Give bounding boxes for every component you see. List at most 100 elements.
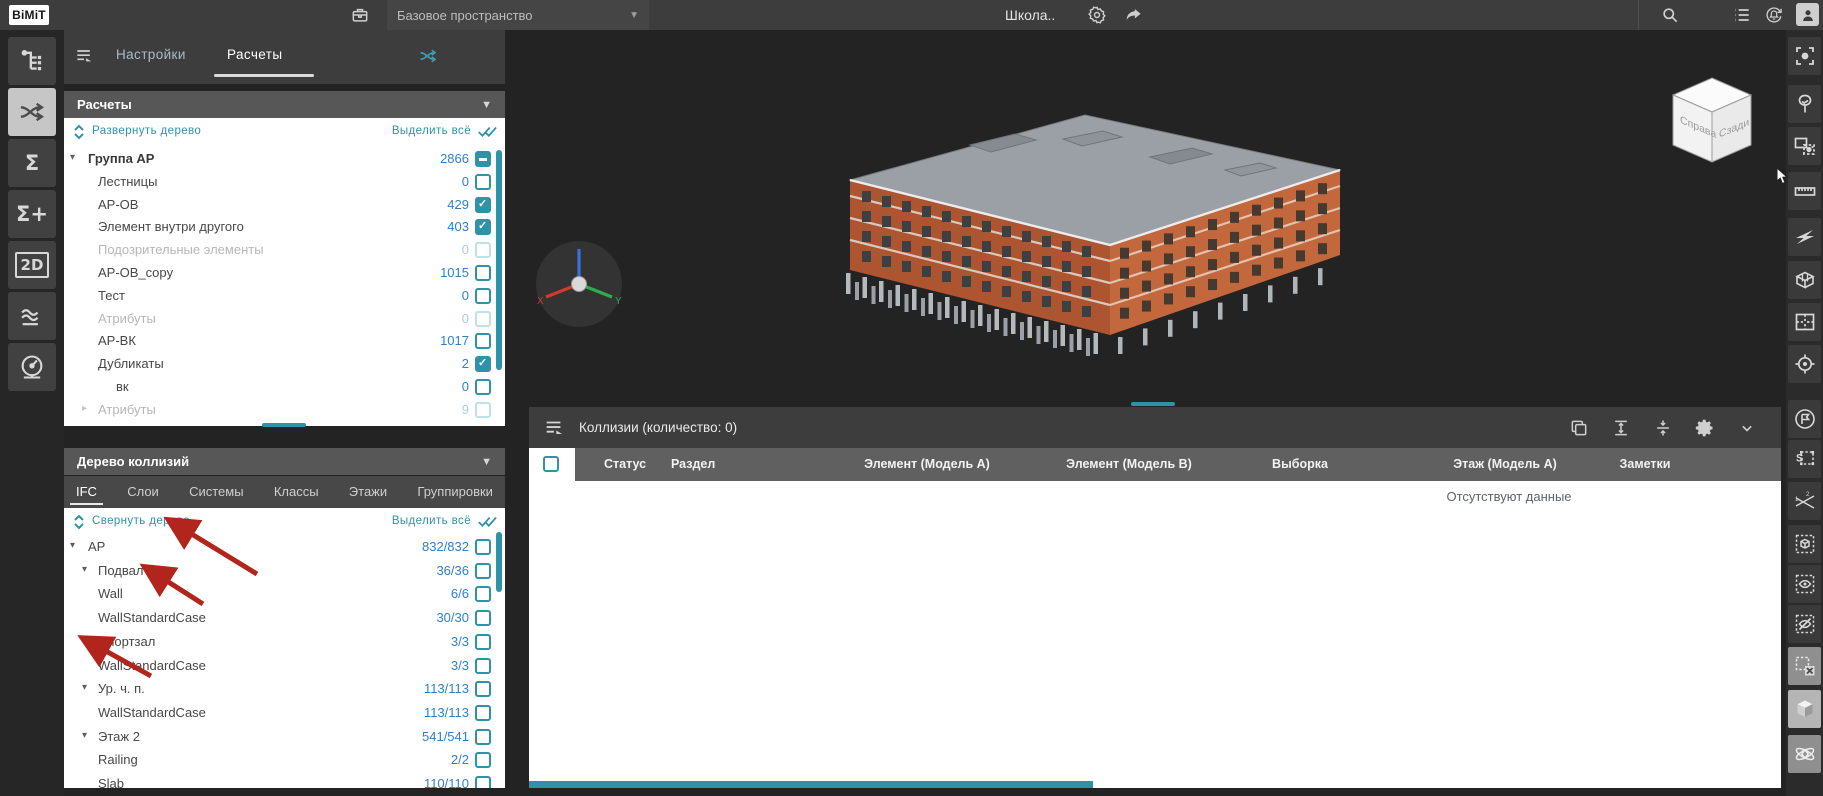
caret-collapsed-icon[interactable]: ▸ [82,403,87,414]
tree-item-checkbox[interactable] [475,356,491,373]
show-button[interactable] [1788,565,1821,603]
selection-set-button[interactable]: S [1788,440,1821,478]
gauge-button[interactable] [8,343,56,391]
collapse-panel-chevron-icon[interactable] [1737,418,1757,438]
tree-item-checkbox[interactable] [475,752,491,769]
double-check-icon[interactable] [477,123,497,141]
select-similar-button[interactable] [1788,127,1821,165]
tree-row[interactable]: WallStandardCase 113/113 [64,702,505,724]
column-header[interactable]: Элемент (Модель А) [864,457,990,471]
tree-row[interactable]: Лестницы 0 [64,171,505,193]
tree-row[interactable]: АР-ОВ 429 [64,194,505,216]
panel-menu-icon[interactable] [72,44,96,68]
view-cube-button[interactable] [1788,690,1821,728]
tree-scrollbar[interactable] [496,150,502,370]
tree-item-checkbox[interactable] [475,333,491,350]
double-check-icon[interactable] [477,513,497,531]
measure-crossed-button[interactable]: 12 [1788,482,1821,520]
workspace-dropdown[interactable]: Базовое пространство ▼ [387,0,649,30]
collision-tab-ifc[interactable]: IFC [70,478,103,507]
column-header[interactable]: Выборка [1272,457,1328,471]
orbit-button[interactable] [1788,735,1821,773]
tree-row[interactable]: Подозрительные элементы 0 [64,239,505,261]
tree-row[interactable]: ▾ АР 832/832 [64,536,505,558]
expand-tree-link[interactable]: Развернуть дерево [92,125,201,137]
tree-item-checkbox[interactable] [475,728,491,745]
caret-expanded-icon[interactable]: ▾ [82,682,87,693]
column-header[interactable]: Заметки [1620,457,1671,471]
gear-icon[interactable] [1695,418,1715,438]
tree-row[interactable]: ▾ Спортзал 3/3 [64,631,505,653]
tree-row[interactable]: вк 0 [64,376,505,398]
flip-section-button[interactable] [1788,218,1821,256]
caret-expanded-icon[interactable]: ▾ [70,540,75,551]
collision-tab-классы[interactable]: Классы [274,478,319,507]
hide-button[interactable] [1788,605,1821,643]
expand-collapse-icon[interactable] [72,124,86,140]
caret-expanded-icon[interactable]: ▾ [70,152,75,163]
search-icon[interactable] [1658,3,1682,27]
tree-item-checkbox[interactable] [475,242,491,259]
project-name[interactable]: Школа.. [1005,0,1055,30]
section-box-button[interactable] [1788,261,1821,299]
ruler-button[interactable] [1788,172,1821,210]
collision-tab-слои[interactable]: Слои [127,478,159,507]
tree-row[interactable]: ▸ Атрибуты 9 [64,399,505,421]
collapse-tree-link[interactable]: Свернуть дерево [92,515,190,527]
tree-item-checkbox[interactable] [475,287,491,304]
tree-item-checkbox[interactable] [475,219,491,236]
tree-item-checkbox[interactable] [475,610,491,627]
tree-row[interactable]: АР-ОВ_copy 1015 [64,262,505,284]
column-header[interactable]: Раздел [671,457,715,471]
fit-rows-icon[interactable] [1653,418,1673,438]
tree-row[interactable]: Тест 0 [64,285,505,307]
tree-row[interactable]: Атрибуты 0 [64,308,505,330]
focus-button[interactable] [1788,37,1821,75]
calc-section-header[interactable]: Расчеты ▼ [64,91,505,118]
tree-row[interactable]: ▾ Группа АР 2866 [64,148,505,170]
floorplan-button[interactable] [1788,303,1821,341]
tab-calculations[interactable]: Расчеты [227,47,282,62]
tree-item-checkbox[interactable] [475,657,491,674]
sigma-button[interactable]: Σ [8,139,56,187]
axis-gizmo[interactable]: X Y [533,238,625,330]
collision-tab-этажи[interactable]: Этажи [349,478,387,507]
hierarchy-button[interactable] [8,37,56,85]
collision-tab-группировки[interactable]: Группировки [417,478,493,507]
tree-row[interactable]: Элемент внутри другого 403 [64,216,505,238]
navigation-cube[interactable]: Справа Сзади [1662,72,1762,168]
copy-icon[interactable] [1569,418,1589,438]
column-header[interactable]: Статус [604,457,646,471]
tree-item-checkbox[interactable] [475,776,491,788]
caret-expanded-icon[interactable]: ▾ [82,730,87,741]
briefcase-icon[interactable] [348,3,372,27]
avatar[interactable] [1796,3,1819,26]
select-all-checkbox[interactable] [543,456,559,472]
clear-selection-button[interactable] [1788,647,1821,685]
tree-item-checkbox[interactable] [475,586,491,603]
tab-settings[interactable]: Настройки [116,47,186,62]
graphs-button[interactable] [8,292,56,340]
tree-row[interactable]: ▾ Этаж 2 541/541 [64,726,505,748]
gear-icon[interactable] [1085,3,1109,27]
notifications-sync-icon[interactable] [1762,3,1786,27]
tree-item-checkbox[interactable] [475,401,491,418]
tree-row[interactable]: Дубликаты 2 [64,353,505,375]
row-height-icon[interactable] [1611,418,1631,438]
tree-row[interactable]: ▾ Подвал 36/36 [64,560,505,582]
tree-row[interactable]: АР-ВК 1017 [64,330,505,352]
tree-row[interactable]: Wall 6/6 [64,583,505,605]
collision-section-header[interactable]: Дерево коллизий ▼ [64,448,505,475]
tree-row[interactable]: Slab 110/110 [64,773,505,788]
tree-scrollbar[interactable] [496,532,502,592]
tree-item-checkbox[interactable] [475,379,491,395]
share-icon[interactable] [1122,3,1146,27]
collisions-shuffle-button[interactable] [8,88,56,136]
sigma-plus-button[interactable]: Σ+ [8,190,56,238]
caret-expanded-icon[interactable]: ▾ [82,564,87,575]
tree-row[interactable]: WallStandardCase 30/30 [64,607,505,629]
collision-tab-системы[interactable]: Системы [189,478,243,507]
select-all-link[interactable]: Выделить всё [392,125,471,137]
list-menu-icon[interactable] [1730,3,1754,27]
expand-collapse-icon[interactable] [72,514,86,530]
